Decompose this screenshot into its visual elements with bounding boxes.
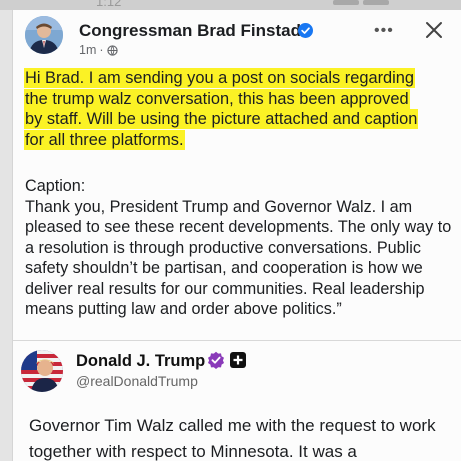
message-line: by staff. Will be using the picture atta… xyxy=(25,110,418,129)
message-line: for all three platforms. xyxy=(25,130,184,149)
author-name[interactable]: Congressman Brad Finstad xyxy=(79,21,301,41)
quoted-avatar-flag-icon xyxy=(21,350,63,392)
close-icon[interactable] xyxy=(422,18,446,42)
caption-block: Caption: Thank you, President Trump and … xyxy=(25,176,457,320)
post-header: Congressman Brad Finstad 1m · ••• xyxy=(13,10,461,60)
message-line: the trump walz conversation, this has be… xyxy=(25,89,409,108)
quoted-author-avatar[interactable] xyxy=(21,350,63,392)
verified-badge-icon xyxy=(298,23,313,38)
quoted-author-name[interactable]: Donald J. Trump xyxy=(76,352,205,371)
signal-icon xyxy=(333,0,359,5)
globe-icon xyxy=(106,44,118,56)
author-portrait-icon xyxy=(25,16,63,54)
more-options-button[interactable]: ••• xyxy=(374,22,394,40)
post-card: Congressman Brad Finstad 1m · ••• Hi Bra… xyxy=(12,10,461,461)
status-bar: 1:12 xyxy=(0,0,461,10)
quoted-post-body: Governor Tim Walz called me with the req… xyxy=(29,416,436,461)
caption-text: Thank you, President Trump and Governor … xyxy=(25,197,452,319)
quoted-author-handle[interactable]: @realDonaldTrump xyxy=(76,373,198,389)
author-avatar[interactable] xyxy=(25,16,63,54)
verified-badge-icon xyxy=(208,351,224,369)
post-time[interactable]: 1m xyxy=(79,43,96,57)
battery-icon xyxy=(363,0,389,5)
status-icons xyxy=(333,0,389,5)
meta-separator: · xyxy=(99,43,104,57)
status-time: 1:12 xyxy=(96,0,122,9)
post-message: Hi Brad. I am sending you a post on soci… xyxy=(25,68,455,150)
caption-label: Caption: xyxy=(25,177,86,195)
message-line: Hi Brad. I am sending you a post on soci… xyxy=(25,69,415,87)
post-meta: 1m · xyxy=(79,43,118,57)
quoted-post[interactable]: Donald J. Trump @realDonaldTrump Governo… xyxy=(13,340,461,461)
plus-badge-icon xyxy=(230,352,246,368)
